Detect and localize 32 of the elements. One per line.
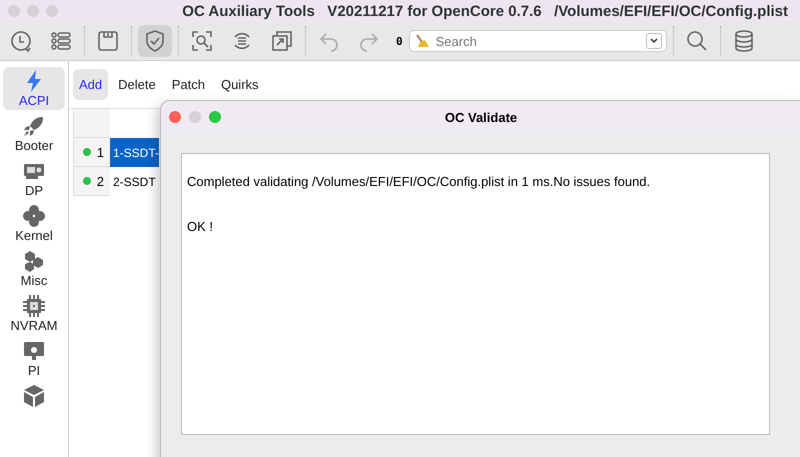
hex-icon [22, 249, 46, 273]
shield-icon[interactable] [138, 25, 172, 57]
output-line: OK ! [187, 219, 214, 234]
sidebar-item[interactable]: ACPI [3, 67, 65, 110]
search-field[interactable]: Search [408, 30, 667, 52]
tab[interactable]: Patch [166, 69, 211, 100]
tab[interactable]: Quirks [214, 69, 265, 100]
monitor-icon [22, 339, 46, 363]
close-button[interactable] [169, 111, 181, 123]
table-cell[interactable]: 1-SSDT- [110, 138, 159, 167]
sidebar-item[interactable]: PI [3, 337, 65, 380]
cube-icon [22, 384, 46, 408]
window-title: OC Auxiliary Tools V20211217 for OpenCore 0.7.6 /Volumes/EFI/EFI/OC/Config.plist [181, 2, 789, 20]
rocket-icon [22, 114, 46, 138]
chip-icon [22, 294, 46, 318]
dropdown-icon[interactable] [646, 33, 662, 49]
row-number: 2 [74, 167, 110, 196]
sidebar-item[interactable]: Booter [3, 112, 65, 155]
sidebar-item[interactable]: DP [3, 157, 65, 200]
clover-icon [22, 204, 46, 228]
output-line: Completed validating /Volumes/EFI/EFI/OC/Config.plist in 1 ms.No issues found. [187, 174, 652, 189]
sidebar-item[interactable]: Kernel [3, 202, 65, 245]
search-input[interactable]: Search [436, 34, 640, 48]
table-cell[interactable]: 2-SSDT [110, 167, 159, 196]
row-number: 1 [74, 138, 110, 167]
tab[interactable]: Delete [112, 69, 162, 100]
counter: 0 [396, 34, 403, 48]
sidebar-item[interactable]: Misc [3, 247, 65, 290]
tab[interactable]: Add [73, 69, 108, 100]
dialog-title: OC Validate [444, 110, 518, 124]
sidebar-item[interactable]: NVRAM [3, 292, 65, 335]
broom-icon[interactable] [414, 33, 430, 49]
